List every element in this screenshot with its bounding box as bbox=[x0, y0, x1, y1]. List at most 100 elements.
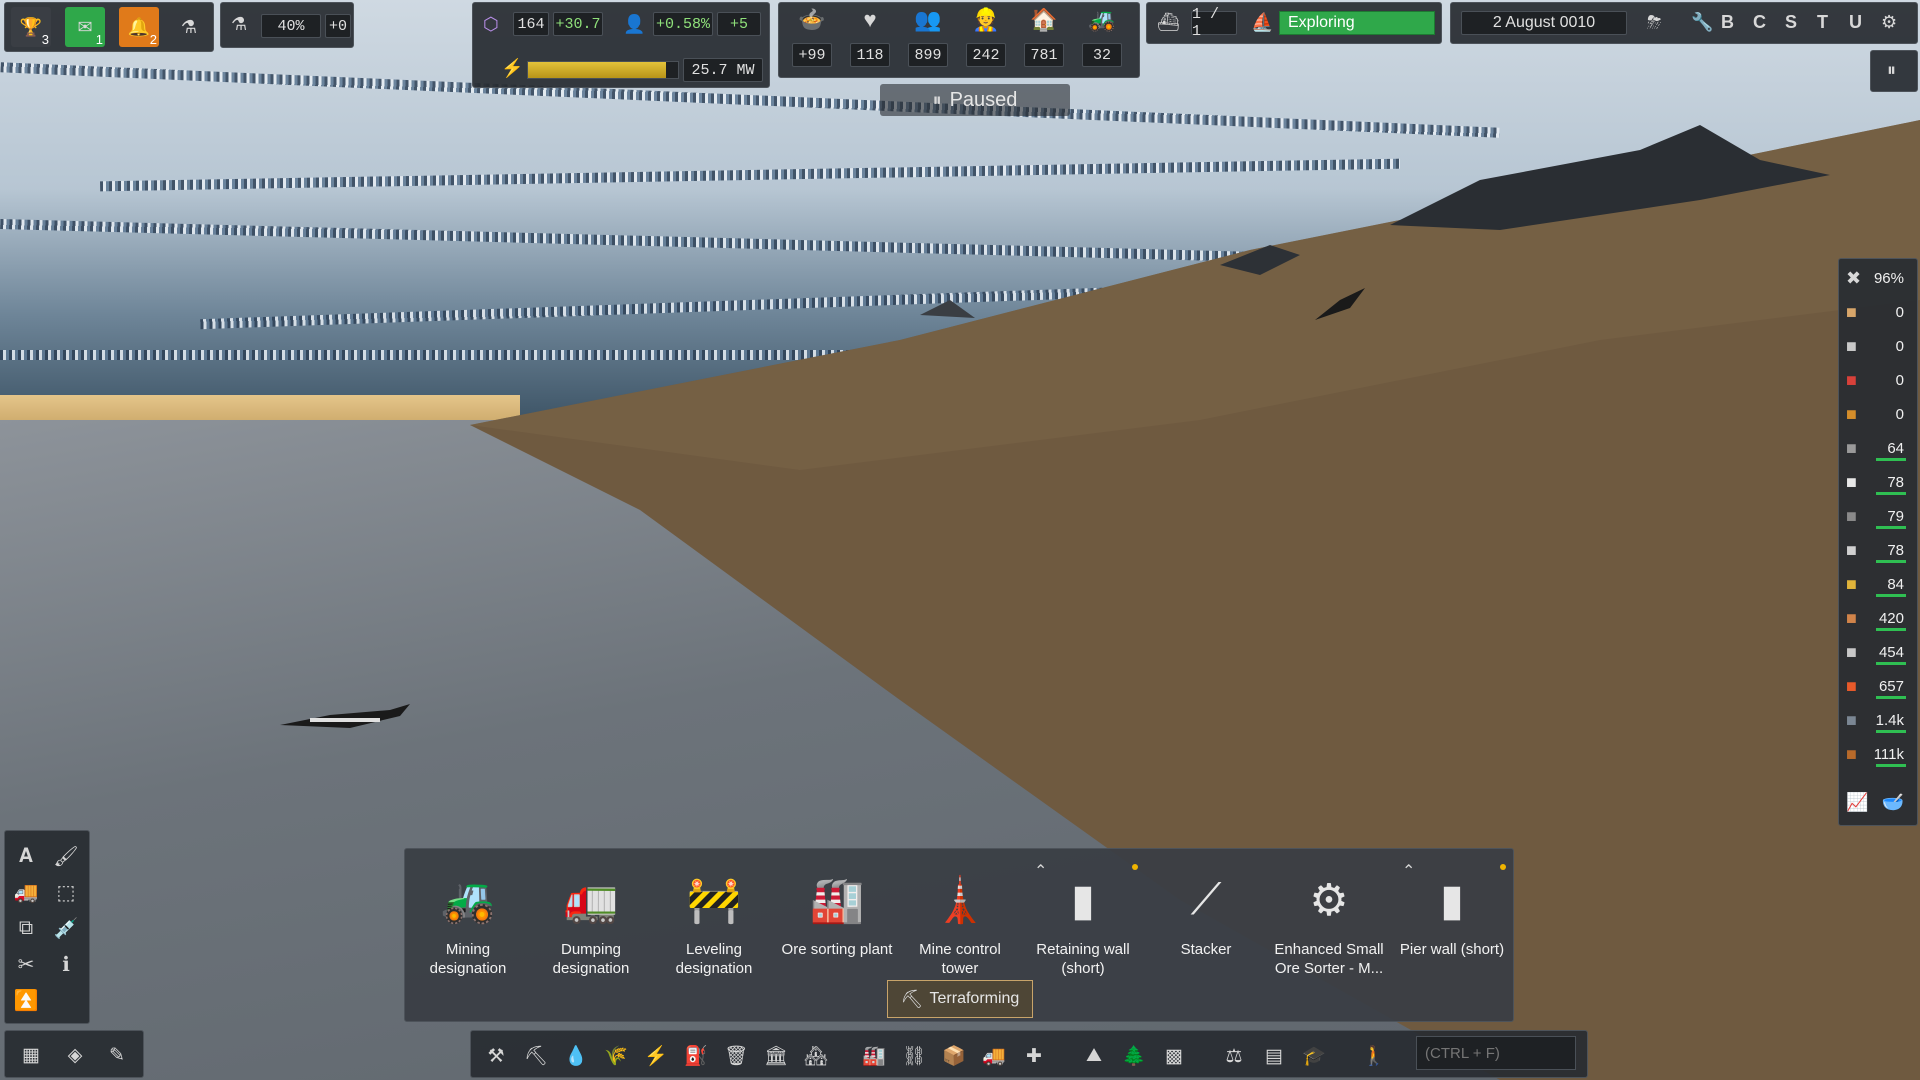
search-input[interactable] bbox=[1425, 1044, 1573, 1062]
stats-chart-icon[interactable]: 📈 bbox=[1846, 793, 1868, 811]
label-tool-icon[interactable]: 𝐀 bbox=[11, 841, 41, 871]
resource-row[interactable]: ■ 0 bbox=[1840, 296, 1910, 328]
layers-icon[interactable]: ◈ bbox=[59, 1039, 91, 1071]
build-item[interactable]: ⟋ Stacker bbox=[1146, 860, 1266, 978]
population-power-panel: ⬡ 164 +30.7 👤 +0.58% +5 ⚡ 25.7 MW bbox=[472, 2, 770, 88]
storage-icon[interactable]: 🥣 bbox=[1882, 793, 1904, 811]
resource-row[interactable]: ■ 420 bbox=[1840, 602, 1910, 634]
storage-category-icon[interactable]: 📦 bbox=[938, 1040, 970, 1072]
wrench-icon[interactable]: 🔧 bbox=[1691, 13, 1713, 31]
build-item[interactable]: 🚧 Leveling designation bbox=[654, 860, 774, 978]
resource-row[interactable]: ■ 0 bbox=[1840, 330, 1910, 362]
stat-workers[interactable]: 👷 242 bbox=[963, 9, 1009, 67]
build-item[interactable]: ⚙ Enhanced Small Ore Sorter - M... bbox=[1269, 860, 1389, 978]
resource-row[interactable]: ■ 64 bbox=[1840, 432, 1910, 464]
copy-tool-icon[interactable]: ⧉ bbox=[11, 913, 41, 943]
government-icon[interactable]: 🏛 bbox=[760, 1040, 792, 1072]
research-panel[interactable]: ⚗ 40% +0 bbox=[220, 2, 354, 48]
hotkey-b-button[interactable]: B bbox=[1721, 13, 1734, 31]
hotkey-c-button[interactable]: C bbox=[1753, 13, 1766, 31]
stat-vehicles[interactable]: 🚜 32 bbox=[1079, 9, 1125, 67]
grid-icon[interactable]: ▩ bbox=[1158, 1040, 1190, 1072]
pause-toggle[interactable]: ⏸ bbox=[1870, 50, 1918, 92]
pier-wall-expand-chevron-icon[interactable]: ⌃ bbox=[1402, 864, 1415, 880]
resource-row[interactable]: ■ 0 bbox=[1840, 364, 1910, 396]
balance-icon[interactable]: ⚖ bbox=[1218, 1040, 1250, 1072]
unity-tool-icon[interactable]: ℹ bbox=[51, 949, 81, 979]
resource-value: 64 bbox=[1887, 439, 1904, 457]
resource-row[interactable]: ■ 0 bbox=[1840, 398, 1910, 430]
notifications-panel: 🏆 3 ✉ 1 🔔 2 ⚗ bbox=[4, 2, 214, 52]
stat-health[interactable]: ♥ 118 bbox=[847, 9, 893, 67]
housing-category-icon[interactable]: 🏘 bbox=[800, 1040, 832, 1072]
floorplan-icon[interactable]: ▤ bbox=[1258, 1040, 1290, 1072]
stat-people[interactable]: 👥 899 bbox=[905, 9, 951, 67]
resource-value: 79 bbox=[1887, 507, 1904, 525]
messages-button[interactable]: ✉ 1 bbox=[65, 7, 105, 47]
cross-icon[interactable]: ✚ bbox=[1018, 1040, 1050, 1072]
resource-row[interactable]: ■ 111k bbox=[1840, 738, 1910, 770]
population-icon: 👤 bbox=[623, 14, 646, 34]
build-item[interactable]: 🏭 Ore sorting plant bbox=[777, 860, 897, 978]
waste-icon[interactable]: 🗑 bbox=[720, 1040, 752, 1072]
research-delta: +0 bbox=[325, 14, 351, 38]
build-item[interactable]: 🚛 Dumping designation bbox=[531, 860, 651, 978]
eyedropper-tool-icon[interactable]: 💉 bbox=[51, 913, 81, 943]
figure-icon[interactable]: 🚶 bbox=[1358, 1040, 1390, 1072]
alerts-button[interactable]: 🔔 2 bbox=[119, 7, 159, 47]
resource-row[interactable]: ■ 78 bbox=[1840, 534, 1910, 566]
stat-value: 242 bbox=[966, 43, 1006, 67]
terraform-category-icon[interactable]: ⛰ bbox=[1078, 1040, 1110, 1072]
brush-tool-icon[interactable]: 🖌 bbox=[51, 841, 81, 871]
stat-value: 781 bbox=[1024, 43, 1064, 67]
settings-icon[interactable]: ⚙ bbox=[1881, 13, 1897, 31]
blueprints-icon[interactable]: ▦ bbox=[15, 1039, 47, 1071]
food-icon: 🍲 bbox=[798, 7, 826, 32]
edit-note-icon[interactable]: ✎ bbox=[101, 1039, 133, 1071]
conveyor-icon[interactable]: ⛓ bbox=[898, 1040, 930, 1072]
resource-9-icon: ■ bbox=[1846, 574, 1857, 594]
terraforming-category-tab[interactable]: ⛏ Terraforming bbox=[887, 980, 1033, 1018]
build-item[interactable]: 🚜 Mining designation bbox=[408, 860, 528, 978]
paused-label: Paused bbox=[949, 88, 1018, 111]
maintenance-value: 96% bbox=[1873, 269, 1904, 287]
ships-panel[interactable]: ⛴ 1 / 1 ⛵ Exploring bbox=[1146, 2, 1442, 44]
resource-row[interactable]: ■ 78 bbox=[1840, 466, 1910, 498]
research-category-icon[interactable]: 🎓 bbox=[1298, 1040, 1330, 1072]
farming-icon[interactable]: 🌾 bbox=[600, 1040, 632, 1072]
hotkey-u-button[interactable]: U bbox=[1849, 13, 1862, 31]
hotkey-t-button[interactable]: T bbox=[1817, 13, 1828, 31]
collapse-up-icon[interactable]: ⏫ bbox=[11, 985, 41, 1015]
weather-storm-icon[interactable]: ⛈ bbox=[1647, 13, 1661, 31]
stat-housing[interactable]: 🏠 781 bbox=[1021, 9, 1067, 67]
cut-tool-icon[interactable]: ✂ bbox=[11, 949, 41, 979]
stat-food[interactable]: 🍲 +99 bbox=[789, 9, 835, 67]
resource-2-icon: ■ bbox=[1846, 336, 1857, 356]
achievements-button[interactable]: 🏆 3 bbox=[11, 7, 51, 47]
resource-value: 1.4k bbox=[1875, 711, 1904, 729]
retaining-wall-expand-chevron-icon[interactable]: ⌃ bbox=[1034, 864, 1047, 880]
select-tool-icon[interactable]: ⬚ bbox=[51, 877, 81, 907]
transport-icon[interactable]: 🚚 bbox=[978, 1040, 1010, 1072]
search-field[interactable] bbox=[1416, 1036, 1576, 1070]
resource-row[interactable]: ■ 79 bbox=[1840, 500, 1910, 532]
research-shortcut-button[interactable]: ⚗ bbox=[169, 7, 209, 47]
trees-icon[interactable]: 🌲 bbox=[1118, 1040, 1150, 1072]
roads-icon[interactable]: ⚒ bbox=[480, 1040, 512, 1072]
power-icon[interactable]: ⚡ bbox=[640, 1040, 672, 1072]
resource-row[interactable]: ■ 657 bbox=[1840, 670, 1910, 702]
lightning-icon: ⚡ bbox=[501, 58, 524, 78]
resource-row[interactable]: ■ 84 bbox=[1840, 568, 1910, 600]
fuel-icon[interactable]: ⛽ bbox=[680, 1040, 712, 1072]
mining-icon[interactable]: ⛏ bbox=[520, 1040, 552, 1072]
resource-row[interactable]: ■ 1.4k bbox=[1840, 704, 1910, 736]
resource-row[interactable]: ■ 454 bbox=[1840, 636, 1910, 668]
factory-icon[interactable]: 🏭 bbox=[858, 1040, 890, 1072]
resource-bar bbox=[1876, 458, 1906, 461]
hotkey-s-button[interactable]: S bbox=[1785, 13, 1797, 31]
vehicle-tool-icon[interactable]: 🚚 bbox=[11, 877, 41, 907]
build-item[interactable]: 🗼 Mine control tower bbox=[900, 860, 1020, 978]
water-icon[interactable]: 💧 bbox=[560, 1040, 592, 1072]
maintenance-indicator[interactable]: ✖ 96% bbox=[1840, 262, 1910, 294]
people-icon: 👥 bbox=[914, 7, 942, 32]
